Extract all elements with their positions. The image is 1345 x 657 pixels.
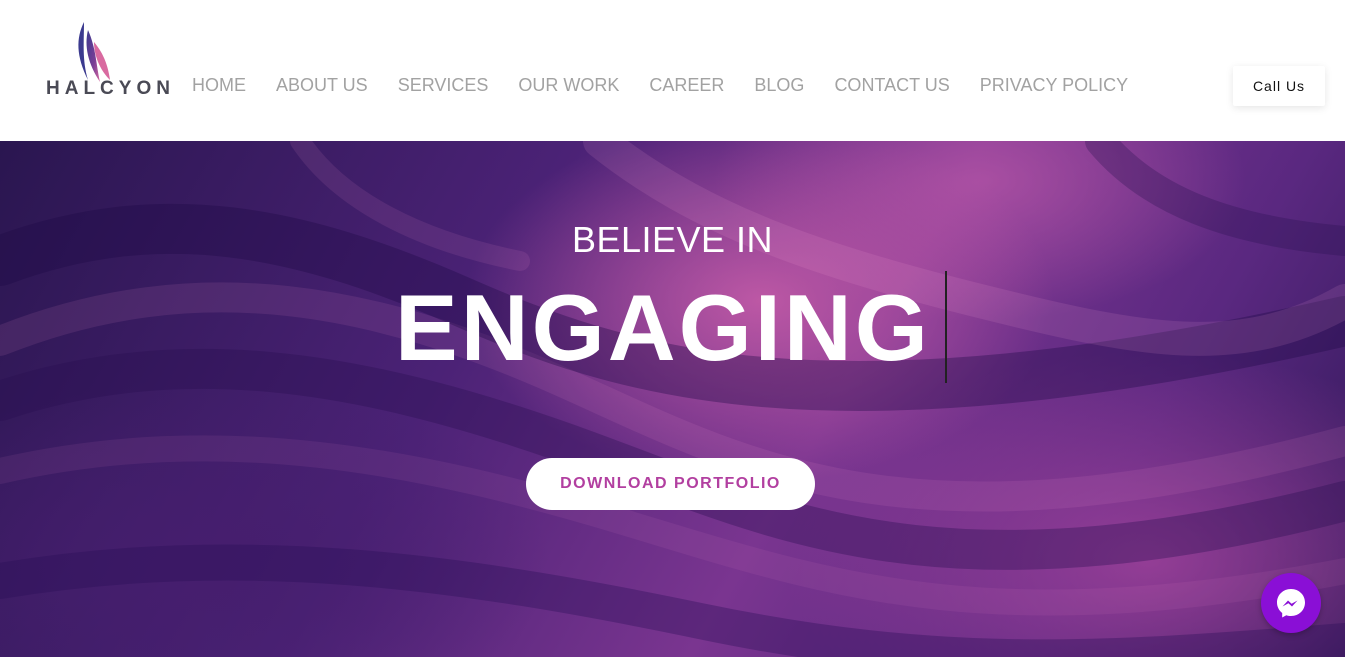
brand-name: HALCYON	[46, 78, 175, 99]
nav-item-our-work[interactable]: OUR WORK	[518, 74, 619, 96]
site-header: HALCYON HOME ABOUT US SERVICES OUR WORK …	[0, 0, 1345, 141]
main-nav: HOME ABOUT US SERVICES OUR WORK CAREER B…	[192, 74, 1158, 96]
download-portfolio-button[interactable]: DOWNLOAD PORTFOLIO	[526, 458, 815, 510]
feather-logo-icon	[78, 22, 110, 82]
hero-kicker: BELIEVE IN	[571, 219, 774, 260]
nav-item-blog[interactable]: BLOG	[754, 74, 804, 96]
call-us-button[interactable]: Call Us	[1233, 66, 1325, 106]
nav-item-contact-us[interactable]: CONTACT US	[834, 74, 949, 96]
messenger-chat-button[interactable]	[1261, 573, 1321, 633]
nav-item-home[interactable]: HOME	[192, 74, 246, 96]
nav-item-privacy-policy[interactable]: PRIVACY POLICY	[980, 74, 1128, 96]
brand-logo[interactable]: HALCYON	[44, 20, 170, 104]
hero-headline: ENGAGING	[395, 275, 931, 380]
nav-item-services[interactable]: SERVICES	[398, 74, 489, 96]
messenger-icon	[1277, 589, 1305, 618]
typing-cursor	[945, 271, 947, 383]
nav-item-career[interactable]: CAREER	[649, 74, 724, 96]
nav-item-about-us[interactable]: ABOUT US	[276, 74, 368, 96]
hero-section: BELIEVE IN ENGAGING DOWNLOAD PORTFOLIO	[0, 141, 1345, 657]
